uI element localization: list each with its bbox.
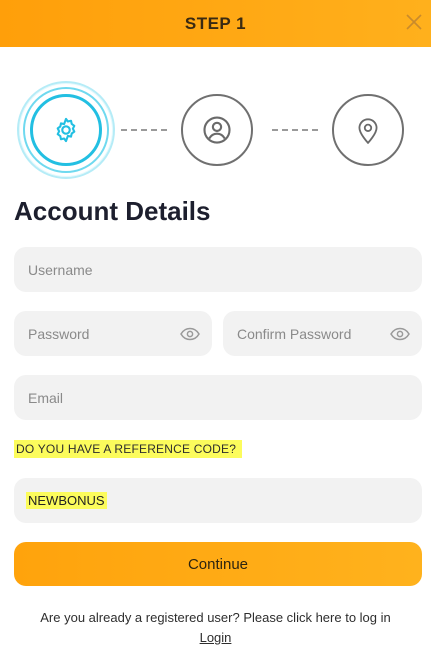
- email-input[interactable]: [26, 388, 410, 407]
- step-title: STEP 1: [184, 13, 247, 33]
- reference-code-field[interactable]: NEWBONUS: [14, 478, 422, 523]
- email-field[interactable]: [14, 375, 422, 420]
- password-input[interactable]: [26, 324, 180, 343]
- confirm-password-input[interactable]: [235, 324, 390, 343]
- step-header: STEP 1: [0, 0, 431, 47]
- login-prompt-text: Are you already a registered user? Pleas…: [40, 610, 391, 625]
- step-personal-info: [181, 94, 253, 166]
- gear-icon: [56, 117, 76, 143]
- reference-code-value[interactable]: NEWBONUS: [26, 492, 107, 509]
- step-connector: [121, 129, 167, 131]
- continue-button[interactable]: Continue: [14, 542, 422, 586]
- login-prompt: Are you already a registered user? Pleas…: [0, 608, 431, 648]
- form-title: Account Details: [14, 196, 211, 226]
- eye-icon[interactable]: [180, 327, 200, 341]
- step-account-details: [30, 94, 102, 166]
- close-button[interactable]: [403, 11, 425, 33]
- step-address: [332, 94, 404, 166]
- location-pin-icon: [358, 118, 378, 145]
- step-connector: [272, 129, 318, 131]
- step-progress: [0, 76, 431, 179]
- reference-code-question[interactable]: DO YOU HAVE A REFERENCE CODE?: [14, 440, 243, 458]
- confirm-password-field[interactable]: [223, 311, 422, 356]
- user-icon: [203, 116, 231, 144]
- username-input[interactable]: [26, 260, 410, 279]
- password-field[interactable]: [14, 311, 212, 356]
- close-icon: [406, 14, 422, 30]
- login-link[interactable]: Login: [200, 630, 232, 645]
- username-field[interactable]: [14, 247, 422, 292]
- eye-icon[interactable]: [390, 327, 410, 341]
